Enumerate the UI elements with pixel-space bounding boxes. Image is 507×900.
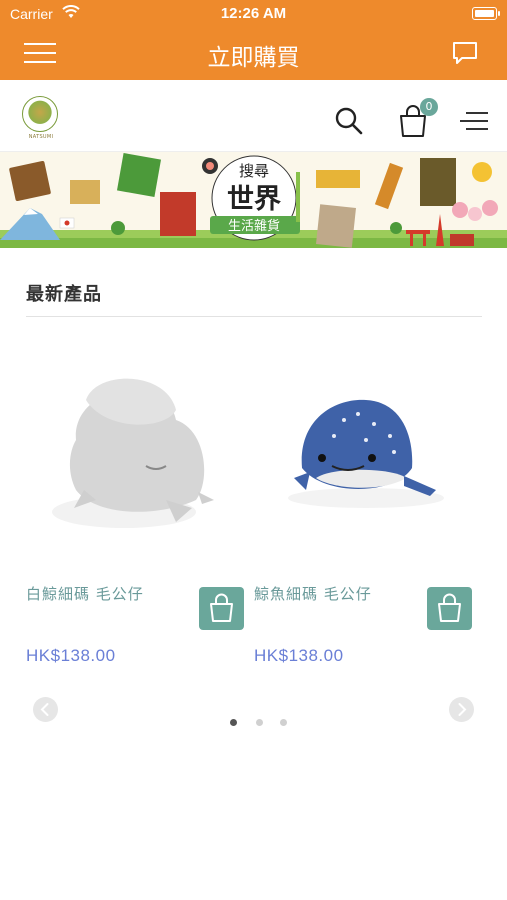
nav-bar: 立即購買: [0, 28, 507, 80]
cart-count-badge: 0: [420, 98, 438, 116]
carousel-next-button[interactable]: [449, 697, 474, 722]
product-name[interactable]: 鯨魚細碼 毛公仔: [254, 583, 372, 604]
logo-text: NATSUMI: [28, 134, 54, 140]
search-icon[interactable]: [334, 106, 364, 136]
product-image-beluga[interactable]: [26, 340, 251, 560]
cart-button[interactable]: 0: [398, 98, 438, 138]
section-title: 最新產品: [26, 284, 102, 305]
store-logo[interactable]: NATSUMI: [22, 96, 60, 142]
banner-text-2: 世界: [227, 184, 281, 215]
carousel-dot[interactable]: [256, 719, 263, 726]
banner-illustration: 搜尋 世界 生活雜貨: [0, 152, 507, 248]
add-to-cart-button[interactable]: [427, 587, 472, 630]
carousel-dot[interactable]: [230, 719, 237, 726]
product-name[interactable]: 白鯨細碼 毛公仔: [26, 583, 144, 604]
carousel-prev-button[interactable]: [33, 697, 58, 722]
menu-icon[interactable]: [460, 112, 488, 136]
add-to-cart-button[interactable]: [199, 587, 244, 630]
carousel-dots: [230, 719, 300, 729]
carousel-dot[interactable]: [280, 719, 287, 726]
battery-icon: [472, 7, 500, 20]
top-bar: Carrier 12:26 AM 立即購買: [0, 0, 507, 80]
banner-text-3: 生活雜貨: [228, 218, 280, 234]
status-time: 12:26 AM: [220, 5, 287, 22]
product-card[interactable]: 鯨魚細碼 毛公仔 HK$138.00: [254, 340, 479, 680]
chat-bubble-icon[interactable]: [451, 40, 479, 66]
shopping-bag-icon: [438, 593, 461, 622]
tree-logo-icon: [22, 96, 58, 132]
product-card[interactable]: 白鯨細碼 毛公仔 HK$138.00: [26, 340, 251, 680]
product-price: HK$138.00: [26, 646, 116, 665]
promo-banner[interactable]: 搜尋 世界 生活雜貨: [0, 152, 507, 248]
banner-text-1: 搜尋: [239, 162, 269, 180]
product-price: HK$138.00: [254, 646, 344, 665]
chevron-left-icon: [40, 703, 49, 716]
chevron-right-icon: [458, 703, 467, 716]
status-bar: Carrier 12:26 AM: [0, 0, 507, 28]
page-title: 立即購買: [207, 45, 300, 71]
product-image-whale-shark[interactable]: [254, 340, 479, 560]
shopping-bag-icon: [210, 593, 233, 622]
section-divider: [26, 316, 482, 317]
store-header: NATSUMI 0: [0, 80, 507, 152]
